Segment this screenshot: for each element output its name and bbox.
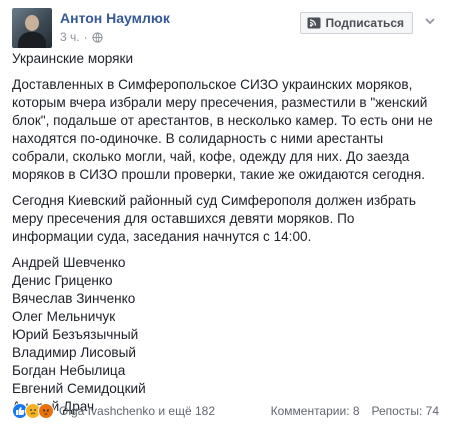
post-time[interactable]: 3 ч. xyxy=(60,30,80,44)
post-paragraph-1: Доставленных в Симферопольское СИЗО укра… xyxy=(12,77,433,182)
list-item: Владимир Лисовый xyxy=(12,345,136,360)
angry-reaction-icon xyxy=(38,403,54,419)
list-item: Олег Мельничук xyxy=(12,309,116,324)
rss-icon xyxy=(307,17,321,29)
post-meta: 3 ч. · xyxy=(60,30,103,44)
list-item: Вячеслав Зинченко xyxy=(12,291,136,306)
list-item: Богдан Небылица xyxy=(12,363,126,378)
reactions-text[interactable]: Olga Ivashchenko и ещё 182 xyxy=(59,404,215,418)
post-paragraph-2: Сегодня Киевский районный суд Симферопол… xyxy=(12,193,416,244)
follow-button-label: Подписаться xyxy=(325,16,404,30)
list-item: Денис Гриценко xyxy=(12,273,113,288)
list-item: Евгений Семидоцкий xyxy=(12,381,146,396)
facebook-post: Антон Наумлюк 3 ч. · Подписаться Украинс… xyxy=(0,0,449,430)
chevron-down-icon[interactable] xyxy=(421,14,439,32)
engagement-counts: Комментарии: 8 Репосты: 74 xyxy=(271,404,439,418)
comments-count[interactable]: Комментарии: 8 xyxy=(271,404,360,418)
post-content: Украинские моряки Доставленных в Симферо… xyxy=(12,50,439,416)
author-name[interactable]: Антон Наумлюк xyxy=(60,10,170,26)
sailor-names-list: Андрей Шевченко Денис Гриценко Вячеслав … xyxy=(12,254,439,416)
author-avatar[interactable] xyxy=(12,8,52,48)
globe-icon xyxy=(91,31,103,43)
reactions-summary[interactable]: Olga Ivashchenko и ещё 182 xyxy=(12,403,215,419)
post-footer: Olga Ivashchenko и ещё 182 Комментарии: … xyxy=(12,401,439,421)
post-title: Украинские моряки xyxy=(12,51,134,66)
follow-button[interactable]: Подписаться xyxy=(299,12,413,34)
shares-count[interactable]: Репосты: 74 xyxy=(372,404,439,418)
post-header: Антон Наумлюк 3 ч. · Подписаться xyxy=(12,8,439,48)
list-item: Юрий Безъязычный xyxy=(12,327,139,342)
list-item: Андрей Шевченко xyxy=(12,255,126,270)
